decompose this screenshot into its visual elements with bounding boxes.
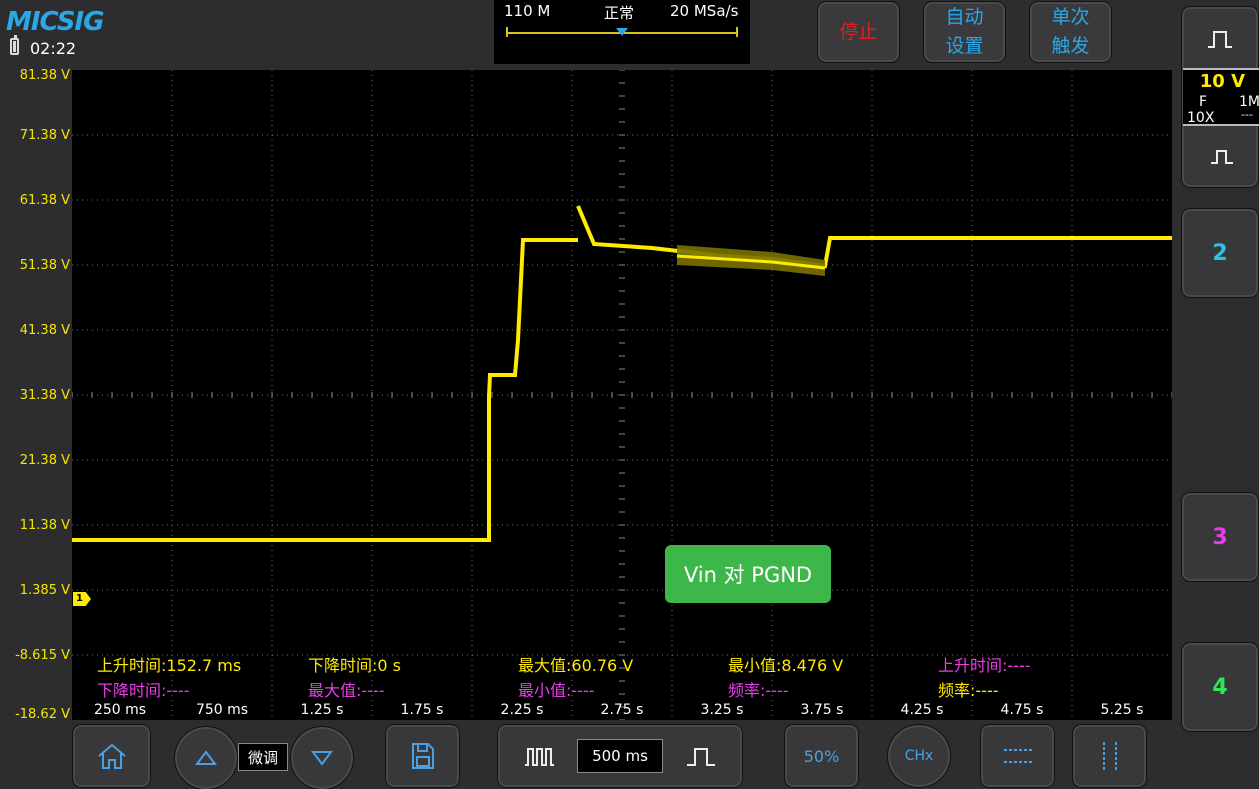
y-label-5: 31.38 V: [19, 388, 70, 403]
memory-depth: 110 M: [504, 2, 551, 20]
triangle-up-icon: [195, 750, 217, 765]
annotation-label: Vin 对 PGND: [665, 545, 831, 603]
channel4-label: 4: [1212, 674, 1228, 700]
y-label-3: 51.38 V: [19, 258, 70, 273]
micsig-logo: MICSIG: [6, 7, 104, 37]
channel-select-button[interactable]: CHx: [887, 724, 951, 788]
horizontal-cursors-icon: [1003, 749, 1032, 763]
home-button[interactable]: [72, 724, 151, 788]
memory-bar-start: [506, 27, 508, 37]
trigger-50-percent-button[interactable]: 50%: [784, 724, 859, 788]
x-label-8: 4.25 s: [900, 702, 944, 718]
vertical-cursors-icon: [1102, 742, 1117, 770]
measurement-ch3-rise-time: 上升时间:----: [938, 656, 1031, 675]
x-label-2: 1.25 s: [300, 702, 344, 718]
pulse-wide-icon: [1208, 31, 1232, 48]
waveform-trace-rise: [72, 238, 578, 542]
stop-label: 停止: [839, 20, 878, 43]
measurement-fall-time: 下降时间:0 s: [308, 656, 401, 675]
vertical-cursor-button[interactable]: [1072, 724, 1147, 788]
single-trigger-label-1: 单次: [1051, 6, 1090, 28]
channel3-label: 3: [1212, 524, 1228, 550]
x-label-1: 750 ms: [195, 702, 249, 718]
battery-icon: [10, 35, 19, 55]
measurement-max: 最大值:60.76 V: [518, 656, 634, 675]
y-label-0: 81.38 V: [19, 68, 70, 83]
horizontal-cursor-button[interactable]: [980, 724, 1055, 788]
y-label-7: 11.38 V: [19, 518, 70, 533]
save-icon: [411, 743, 434, 769]
timebase-control: 500 ms: [497, 724, 743, 788]
y-label-10: -18.62 V: [15, 707, 70, 722]
auto-setup-button[interactable]: 自动 设置: [923, 1, 1006, 63]
pulse-dense-icon: [525, 748, 554, 766]
channel1-info[interactable]: 10 V F 1M 10X ---: [1183, 68, 1259, 126]
auto-setup-label-1: 自动: [945, 6, 984, 28]
status-clock: 02:22: [30, 39, 77, 58]
stop-button[interactable]: 停止: [817, 1, 900, 63]
y-label-2: 61.38 V: [19, 193, 70, 208]
channel2-label: 2: [1212, 240, 1228, 266]
sample-rate: 20 MSa/s: [670, 2, 739, 20]
fine-adjust-label[interactable]: 微调: [238, 743, 288, 771]
y-label-1: 71.38 V: [19, 128, 70, 143]
y-label-6: 21.38 V: [19, 453, 70, 468]
timebase-panel[interactable]: 110 M 正常 20 MSa/s: [494, 0, 750, 64]
measurement-min: 最小值:8.476 V: [728, 656, 844, 675]
y-label-8: 1.385 V: [19, 583, 70, 598]
triangle-down-icon: [311, 751, 333, 766]
x-label-6: 3.25 s: [700, 702, 744, 718]
chx-label: CHx: [904, 748, 934, 764]
waveform-svg: [72, 70, 1172, 720]
home-icon: [97, 743, 126, 769]
waveform-display[interactable]: [72, 70, 1172, 720]
channel1-impedance-sub: ---: [1241, 108, 1253, 121]
save-button[interactable]: [385, 724, 460, 788]
trigger-50-label: 50%: [803, 746, 840, 766]
measurement-ch3-max: 最大值:----: [308, 681, 385, 700]
channel4-button[interactable]: 4: [1181, 642, 1259, 732]
waveform-trace-plateau: [576, 205, 1172, 269]
x-label-9: 4.75 s: [1000, 702, 1044, 718]
x-label-10: 5.25 s: [1100, 702, 1144, 718]
measurement-ch3-frequency: 频率:----: [728, 681, 789, 700]
single-trigger-button[interactable]: 单次 触发: [1029, 1, 1112, 63]
single-trigger-label-2: 触发: [1051, 35, 1090, 57]
timebase-increase-button[interactable]: [666, 728, 736, 784]
pulse-sparse-icon: [687, 748, 715, 766]
fine-up-button[interactable]: [174, 726, 238, 789]
channel1-coupling: F: [1199, 94, 1208, 110]
channel1-probe: 10X: [1187, 110, 1215, 126]
x-label-5: 2.75 s: [600, 702, 644, 718]
y-label-4: 41.38 V: [19, 323, 70, 338]
timebase-decrease-button[interactable]: [504, 728, 574, 784]
timebase-value: 500 ms: [577, 739, 663, 773]
x-label-7: 3.75 s: [800, 702, 844, 718]
trigger-position-marker: [616, 28, 628, 36]
x-label-0: 250 ms: [93, 702, 147, 718]
auto-setup-label-2: 设置: [945, 35, 984, 57]
measurement-frequency: 频率:----: [938, 681, 999, 700]
memory-bar-end: [736, 27, 738, 37]
channel3-button[interactable]: 3: [1181, 492, 1259, 582]
x-label-4: 2.25 s: [500, 702, 544, 718]
pulse-narrow-icon: [1211, 150, 1233, 164]
channel2-button[interactable]: 2: [1181, 208, 1259, 298]
measurement-ch3-min: 最小值:----: [518, 681, 595, 700]
channel1-scale: 10 V: [1199, 71, 1245, 92]
measurement-rise-time: 上升时间:152.7 ms: [97, 656, 242, 675]
y-label-9: -8.615 V: [15, 648, 70, 663]
fine-down-button[interactable]: [290, 726, 354, 789]
acquisition-mode: 正常: [604, 4, 635, 22]
x-label-3: 1.75 s: [400, 702, 444, 718]
measurement-ch3-fall-time: 下降时间:----: [97, 681, 190, 700]
oscilloscope-screen: MICSIG 02:22 110 M 正常 20 MSa/s 停止 自动 设置 …: [0, 0, 1259, 789]
